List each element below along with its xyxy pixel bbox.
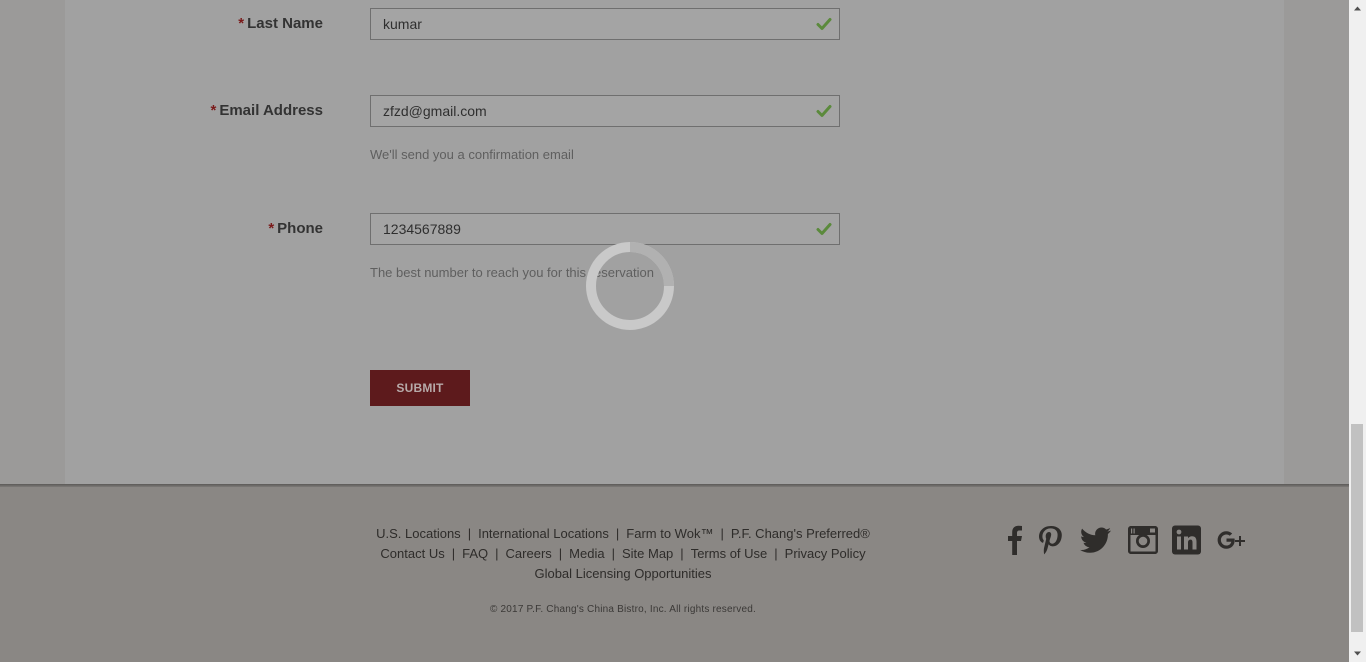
link-separator: | [615, 526, 620, 541]
footer-link-media[interactable]: Media [569, 546, 604, 561]
valid-check-icon [816, 18, 832, 30]
link-separator: | [680, 546, 684, 561]
scrollbar-thumb[interactable] [1351, 424, 1363, 632]
required-marker: * [238, 15, 245, 32]
footer-link-contact-us[interactable]: Contact Us [380, 546, 444, 561]
footer-links-row2: Contact Us | FAQ | Careers | Media | Site Map | Te… [300, 544, 946, 564]
scroll-up-arrow-icon[interactable] [1353, 4, 1362, 13]
scroll-down-arrow-icon[interactable] [1353, 649, 1362, 658]
last-name-label-text: Last Name [247, 15, 323, 32]
footer-links-row3: Global Licensing Opportunities [300, 564, 946, 584]
footer-link-farm-to-wok[interactable]: Farm to Wok™ [626, 526, 713, 541]
google-plus-icon[interactable] [1214, 524, 1248, 556]
link-separator: | [451, 546, 456, 561]
last-name-input[interactable] [371, 9, 839, 39]
footer-link-global-licensing[interactable]: Global Licensing Opportunities [534, 566, 711, 581]
last-name-label: * Last Name [238, 15, 323, 32]
pinterest-icon[interactable] [1034, 524, 1068, 556]
loading-spinner-icon [586, 242, 674, 330]
footer-link-privacy[interactable]: Privacy Policy [785, 546, 866, 561]
email-hint: We'll send you a confirmation email [370, 147, 574, 162]
email-input[interactable] [371, 96, 839, 126]
email-label: * Email Address [211, 102, 324, 119]
footer-links-row1: U.S. Locations | International Locations | F… [300, 524, 946, 544]
copyright-text: © 2017 P.F. Chang's China Bistro, Inc. A… [489, 604, 757, 615]
required-marker: * [210, 102, 217, 119]
footer-link-international-locations[interactable]: International Locations [478, 526, 609, 541]
valid-check-icon [816, 105, 832, 117]
footer-link-faq[interactable]: FAQ [462, 546, 488, 561]
facebook-icon[interactable] [998, 524, 1032, 556]
vertical-scrollbar[interactable] [1349, 0, 1366, 662]
footer-link-us-locations[interactable]: U.S. Locations [376, 526, 461, 541]
email-field-wrapper [370, 95, 840, 127]
required-marker: * [268, 220, 275, 237]
valid-check-icon [816, 223, 832, 235]
phone-label: * Phone [268, 220, 323, 237]
footer-link-preferred[interactable]: P.F. Chang's Preferred® [731, 526, 870, 541]
page: *Last Name *Email Address We'll send you… [0, 0, 1349, 662]
footer-link-careers[interactable]: Careers [506, 546, 552, 561]
footer-link-terms[interactable]: Terms of Use [691, 546, 768, 561]
site-footer: U.S. Locations | International Locations | F… [0, 487, 1349, 662]
linkedin-icon[interactable] [1170, 524, 1204, 556]
phone-label-text: Phone [277, 220, 323, 237]
email-label-text: Email Address [219, 102, 323, 119]
footer-link-site-map[interactable]: Site Map [622, 546, 673, 561]
link-separator: | [611, 546, 615, 561]
last-name-field-wrapper [370, 8, 840, 40]
link-separator: | [467, 526, 472, 541]
twitter-icon[interactable] [1078, 524, 1112, 556]
link-separator: | [774, 546, 778, 561]
link-separator: | [495, 546, 499, 561]
link-separator: | [558, 546, 563, 561]
link-separator: | [720, 526, 724, 541]
submit-button[interactable]: SUBMIT [370, 370, 470, 406]
instagram-icon[interactable] [1126, 524, 1160, 556]
phone-input[interactable] [371, 214, 839, 244]
